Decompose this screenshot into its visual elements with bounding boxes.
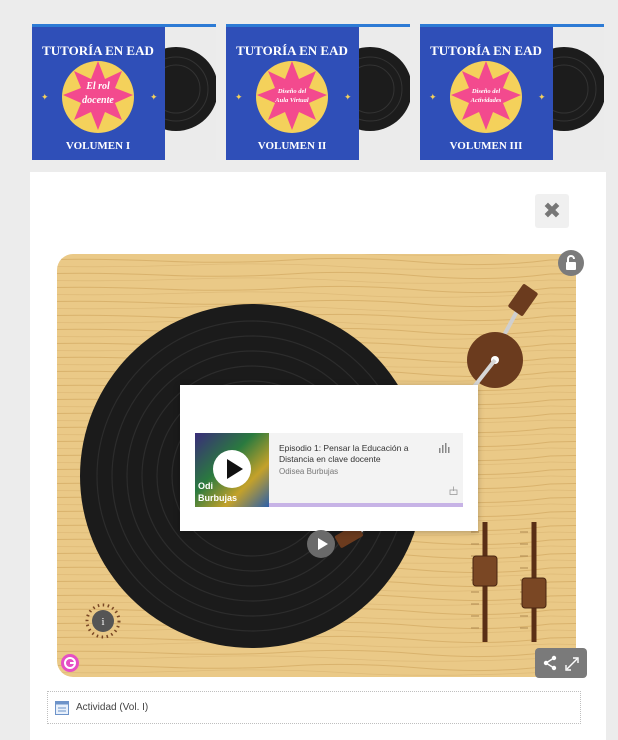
svg-text:✦: ✦ [235,93,243,103]
podcast-cover: Odi Burbujas [195,433,269,507]
svg-text:Aula Virtual: Aula Virtual [274,97,309,104]
podcast-embed[interactable]: Odi Burbujas Episodio 1: Pensar la Educa… [195,433,463,507]
expand-icon [565,657,579,671]
podcast-popup: Odi Burbujas Episodio 1: Pensar la Educa… [180,385,478,531]
svg-text:✦: ✦ [429,93,437,103]
lock-button[interactable] [558,250,584,276]
logo-icon [61,654,79,672]
album-cover-vol-3[interactable]: ✦ ✦ TUTORÍA EN EAD Diseño del Actividade… [420,24,604,160]
share-fullscreen-control[interactable] [535,648,587,678]
svg-text:✦: ✦ [150,93,158,103]
svg-text:✦: ✦ [538,93,546,103]
svg-text:TUTORÍA EN EAD: TUTORÍA EN EAD [430,43,542,58]
svg-text:Actividades: Actividades [470,97,502,104]
cover-art: ✦ ✦ TUTORÍA EN EAD Diseño del Actividade… [420,27,604,160]
svg-text:i: i [101,616,104,628]
play-icon [318,538,328,550]
podcast-author[interactable]: Odisea Burbujas [279,467,338,476]
svg-text:TUTORÍA EN EAD: TUTORÍA EN EAD [42,43,154,58]
svg-text:Diseño del: Diseño del [471,88,501,95]
podcast-title[interactable]: Episodio 1: Pensar la Educación a Distan… [279,443,427,465]
svg-text:Diseño del: Diseño del [277,88,307,95]
cover-art: ✦ ✦ TUTORÍA EN EAD Diseño del Aula Virtu… [226,27,410,160]
svg-text:Odi: Odi [198,481,213,491]
album-covers-row: ✦ ✦ TUTORÍA EN EAD El rol docente VOLUME… [32,24,605,160]
activity-link[interactable]: Actividad (Vol. I) [47,691,581,724]
svg-text:VOLUMEN I: VOLUMEN I [66,140,130,152]
svg-text:VOLUMEN III: VOLUMEN III [450,140,523,152]
lock-icon [566,255,576,270]
share-icon[interactable] [535,648,587,678]
svg-text:TUTORÍA EN EAD: TUTORÍA EN EAD [236,43,348,58]
play-button[interactable] [307,530,335,558]
svg-text:VOLUMEN II: VOLUMEN II [258,140,327,152]
share-icon[interactable] [449,486,458,495]
document-icon [55,701,69,715]
soundwave-icon [439,443,450,453]
svg-text:El rol: El rol [85,81,110,92]
activity-label[interactable]: Actividad (Vol. I) [76,702,148,713]
info-button[interactable]: i [84,602,122,640]
brand-logo[interactable] [60,653,80,673]
album-cover-vol-1[interactable]: ✦ ✦ TUTORÍA EN EAD El rol docente VOLUME… [32,24,216,160]
svg-text:Burbujas: Burbujas [198,493,237,503]
podcast-progress-bar[interactable] [269,503,463,507]
cover-art: ✦ ✦ TUTORÍA EN EAD El rol docente VOLUME… [32,27,216,160]
svg-text:docente: docente [82,95,114,106]
album-cover-vol-2[interactable]: ✦ ✦ TUTORÍA EN EAD Diseño del Aula Virtu… [226,24,410,160]
info-icon: i [85,603,121,639]
turntable-panel: ✖ Odi Burbujas Episodio 1: Pensar la Edu… [30,172,606,740]
svg-text:✦: ✦ [344,93,352,103]
svg-text:✦: ✦ [41,93,49,103]
